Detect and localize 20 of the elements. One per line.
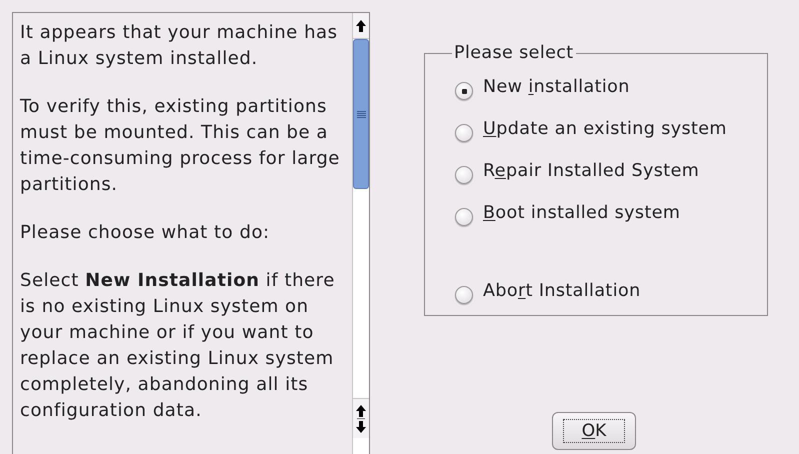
scroll-thumb[interactable] xyxy=(353,39,369,189)
radio-button[interactable] xyxy=(455,166,473,184)
info-paragraph: Select New Installation if there is no existing Linux system on your machine or if you want to replace an existing Linux system completely, abandoning all its configuration data. xyxy=(20,269,336,423)
radio-button[interactable] xyxy=(455,286,473,304)
info-paragraph: To verify this, existing partitions must be mounted. This can be a time-consuming process for large partitions. xyxy=(20,95,341,197)
scrollbar[interactable] xyxy=(352,13,369,454)
radio-option[interactable]: Update an existing system xyxy=(455,112,759,154)
scroll-up-icon[interactable] xyxy=(353,13,369,39)
scroll-arrows-icon[interactable] xyxy=(353,398,369,438)
ok-button[interactable]: OK xyxy=(552,412,636,450)
radio-button[interactable] xyxy=(455,124,473,142)
radio-option[interactable]: Boot installed system xyxy=(455,196,759,238)
radio-option[interactable]: Abort Installation xyxy=(455,238,759,316)
radio-option[interactable]: New installation xyxy=(455,70,759,112)
group-title: Please select xyxy=(453,42,575,65)
radio-button[interactable] xyxy=(455,208,473,226)
radio-button[interactable] xyxy=(455,82,473,100)
info-paragraph: Please choose what to do: xyxy=(20,221,271,245)
radio-option[interactable]: Repair Installed System xyxy=(455,154,759,196)
info-paragraph: It appears that your machine has a Linux system installed. xyxy=(20,21,339,71)
